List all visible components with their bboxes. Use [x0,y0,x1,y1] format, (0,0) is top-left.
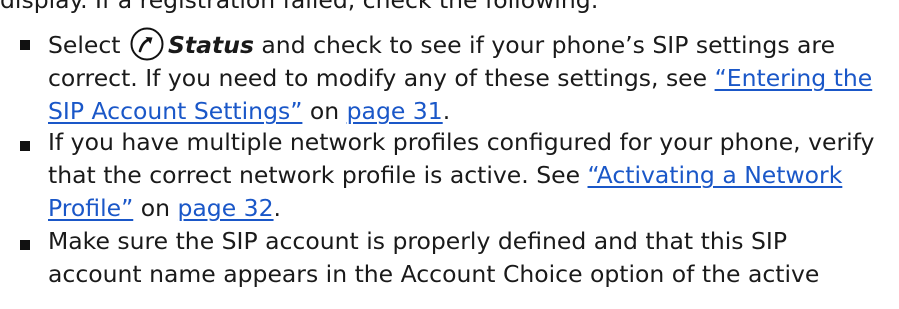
text-run: Select [48,31,128,59]
item-2-row-2: that the correct network profile is acti… [48,159,893,192]
item-2-row-3: Profile” on page 32. [48,192,893,225]
bullet-marker [20,240,30,250]
status-arrow-icon [130,27,164,61]
text-run: on [133,194,178,222]
status-label: Status [167,31,254,59]
bullet-marker [20,40,30,50]
bullet-marker [20,141,30,151]
text-run: . [442,97,451,125]
text-run: . [273,194,282,222]
text-run: that the correct network profile is acti… [48,161,588,189]
link-entering-sip-account-settings[interactable]: “Entering the [715,64,873,92]
link-activating-network-profile-cont[interactable]: Profile” [48,194,133,222]
item-1-row-1: Select Status and check to see if your p… [48,27,893,62]
link-page-32[interactable]: page 32 [177,194,273,222]
list-item: Make sure the SIP account is properly de… [48,225,893,291]
link-activating-network-profile[interactable]: “Activating a Network [588,161,843,189]
text-run: on [302,97,347,125]
text-run: and check to see if your phone’s SIP set… [253,31,836,59]
link-page-31[interactable]: page 31 [347,97,443,125]
list-item: If you have multiple network profiles co… [48,126,893,225]
link-entering-sip-account-settings-cont[interactable]: SIP Account Settings” [48,97,302,125]
document-page: display. If a registration failed, check… [0,0,899,309]
text-run: correct. If you need to modify any of th… [48,64,715,92]
item-2-row-1: If you have multiple network profiles co… [48,126,893,159]
item-1-row-3: SIP Account Settings” on page 31. [48,95,893,128]
item-1-row-2: correct. If you need to modify any of th… [48,62,893,95]
text-run: account name appears in the Account Choi… [48,260,820,288]
list-item: Select Status and check to see if your p… [48,27,893,128]
cut-off-line: display. If a registration failed, check… [0,0,599,14]
text-run: Make sure the SIP account is properly de… [48,227,787,255]
item-3-row-2: account name appears in the Account Choi… [48,258,893,291]
item-3-row-1: Make sure the SIP account is properly de… [48,225,893,258]
text-run: If you have multiple network profiles co… [48,128,875,156]
